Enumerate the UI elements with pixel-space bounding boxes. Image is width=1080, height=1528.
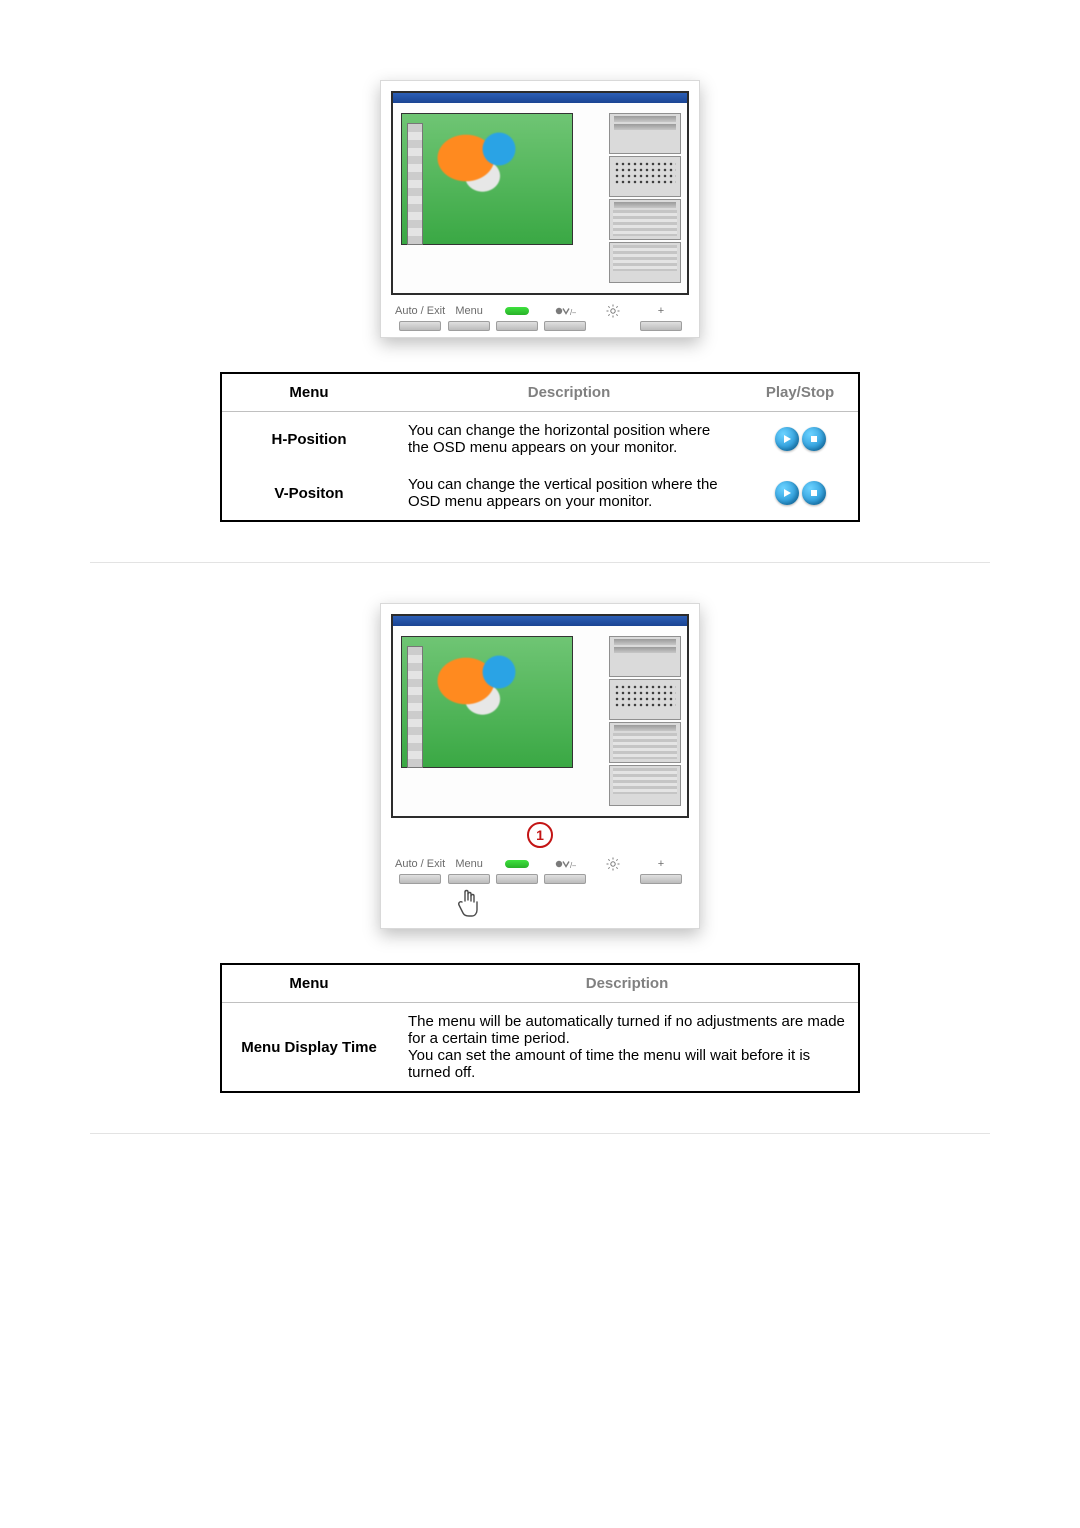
row-menu-label: Menu Display Time	[221, 1003, 396, 1093]
bezel-button-mode[interactable]	[544, 874, 586, 884]
table-row: Menu Display Time The menu will be autom…	[221, 1003, 859, 1093]
play-button[interactable]	[775, 481, 799, 505]
bezel-mode-icon: /—	[554, 305, 576, 317]
bezel-button-plus[interactable]	[640, 321, 682, 331]
svg-text:/—: /—	[570, 861, 576, 870]
row-menu-label: H-Position	[221, 412, 396, 467]
bezel-button-mode[interactable]	[544, 321, 586, 331]
table-header-description: Description	[396, 964, 859, 1003]
position-table: Menu Description Play/Stop H-Position Yo…	[220, 372, 860, 522]
bezel-label-menu: Menu	[455, 305, 483, 317]
section-divider	[90, 562, 990, 563]
hand-pointer-icon	[451, 886, 487, 922]
bezel-plus-icon: +	[658, 305, 664, 317]
bezel-label-menu: Menu	[455, 858, 483, 870]
section-divider	[90, 1133, 990, 1134]
bezel-button-minus[interactable]	[496, 874, 538, 884]
table-header-menu: Menu	[221, 964, 396, 1003]
bezel-button-plus[interactable]	[640, 874, 682, 884]
screen-canvas	[401, 636, 573, 768]
screen-canvas	[401, 113, 573, 245]
bezel-brightness-icon	[606, 305, 620, 317]
row-menu-label: V-Positon	[221, 466, 396, 521]
table-row: V-Positon You can change the vertical po…	[221, 466, 859, 521]
row-description: The menu will be automatically turned if…	[396, 1003, 859, 1093]
display-time-table: Menu Description Menu Display Time The m…	[220, 963, 860, 1093]
bezel-plus-icon: +	[658, 858, 664, 870]
monitor-bezel-buttons: Auto / Exit Menu	[391, 305, 689, 331]
bezel-label-auto-exit: Auto / Exit	[395, 305, 445, 317]
table-row: H-Position You can change the horizontal…	[221, 412, 859, 467]
screen-toolbox	[407, 123, 423, 245]
monitor-figure-position: Auto / Exit Menu	[380, 80, 700, 338]
bezel-brightness-icon	[606, 858, 620, 870]
svg-text:/—: /—	[570, 308, 576, 317]
table-header-menu: Menu	[221, 373, 396, 412]
bezel-button-auto-exit[interactable]	[399, 321, 441, 331]
bezel-minus-icon	[505, 858, 529, 870]
stop-button[interactable]	[802, 427, 826, 451]
bezel-button-minus[interactable]	[496, 321, 538, 331]
screen-panels	[609, 636, 681, 806]
stop-button[interactable]	[802, 481, 826, 505]
play-button[interactable]	[775, 427, 799, 451]
screen-panels	[609, 113, 681, 283]
screen-toolbox	[407, 646, 423, 768]
play-stop-controls	[775, 427, 826, 451]
table-header-playstop: Play/Stop	[742, 373, 859, 412]
bezel-mode-icon: /—	[554, 858, 576, 870]
bezel-button-menu[interactable]	[448, 321, 490, 331]
row-description: You can change the vertical position whe…	[396, 466, 742, 521]
monitor-bezel-buttons: Auto / Exit Menu	[391, 858, 689, 922]
bezel-button-menu[interactable]	[448, 874, 490, 884]
bezel-minus-icon	[505, 305, 529, 317]
table-header-description: Description	[396, 373, 742, 412]
monitor-screen	[391, 91, 689, 295]
monitor-figure-display-time: 1 Auto / Exit Menu	[380, 603, 700, 929]
bezel-button-auto-exit[interactable]	[399, 874, 441, 884]
monitor-screen	[391, 614, 689, 818]
row-description: You can change the horizontal position w…	[396, 412, 742, 467]
callout-badge-1: 1	[527, 822, 553, 848]
play-stop-controls	[775, 481, 826, 505]
bezel-label-auto-exit: Auto / Exit	[395, 858, 445, 870]
